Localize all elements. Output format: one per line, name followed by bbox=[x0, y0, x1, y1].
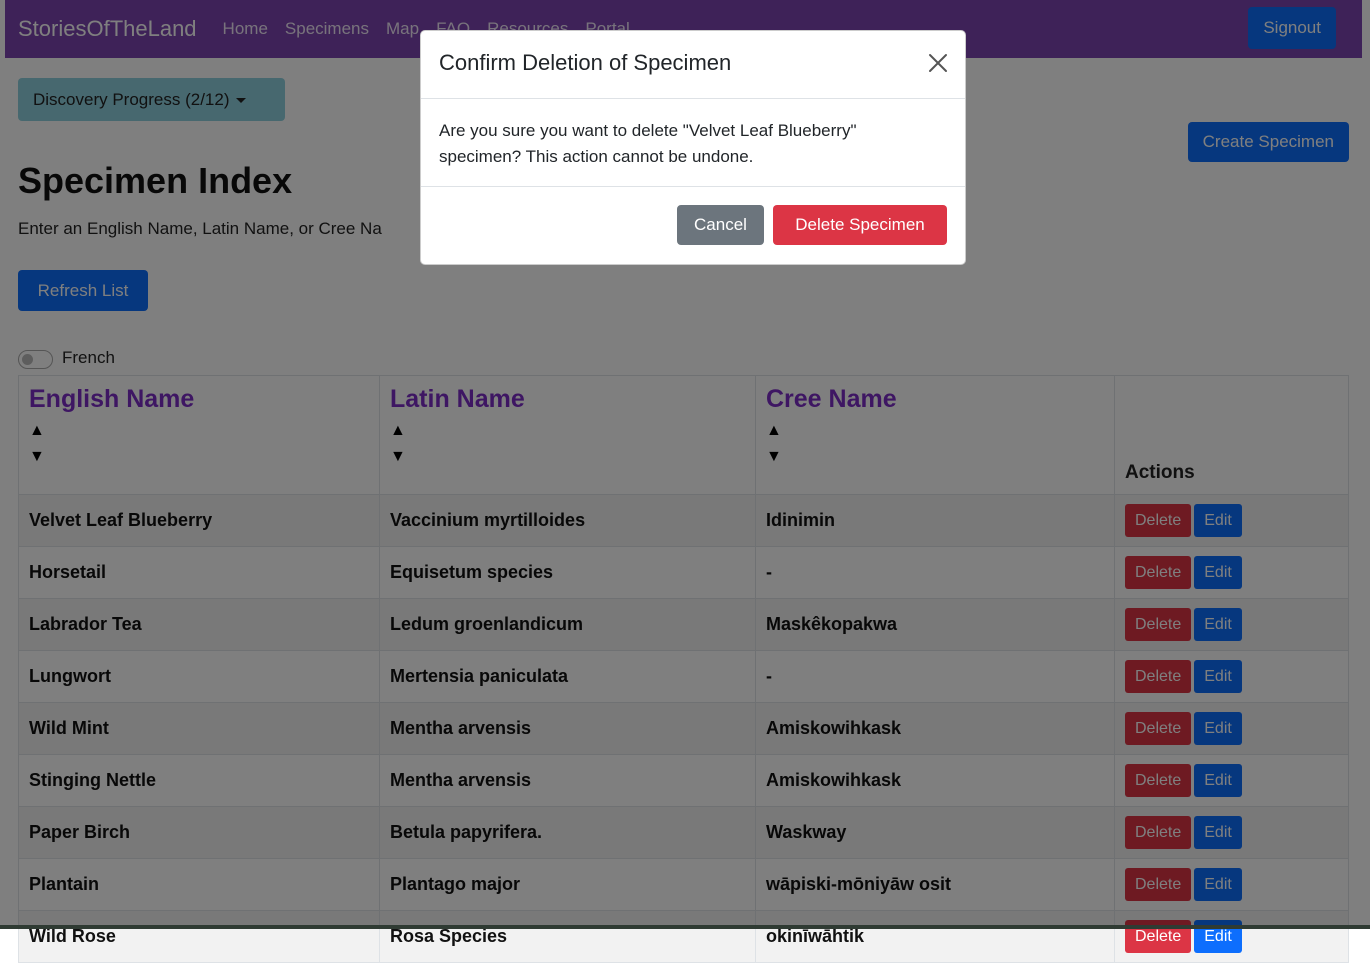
close-icon[interactable] bbox=[925, 50, 951, 76]
delete-specimen-button[interactable]: Delete Specimen bbox=[773, 205, 947, 245]
taskbar-strip bbox=[0, 925, 1370, 929]
modal-body: Are you sure you want to delete "Velvet … bbox=[421, 99, 965, 187]
modal-message: Are you sure you want to delete "Velvet … bbox=[439, 121, 857, 166]
modal-header: Confirm Deletion of Specimen bbox=[421, 31, 965, 99]
confirm-delete-modal: Confirm Deletion of Specimen Are you sur… bbox=[420, 30, 966, 265]
cancel-button[interactable]: Cancel bbox=[677, 205, 764, 245]
modal-footer: Cancel Delete Specimen bbox=[421, 187, 965, 265]
modal-title: Confirm Deletion of Specimen bbox=[439, 50, 732, 75]
